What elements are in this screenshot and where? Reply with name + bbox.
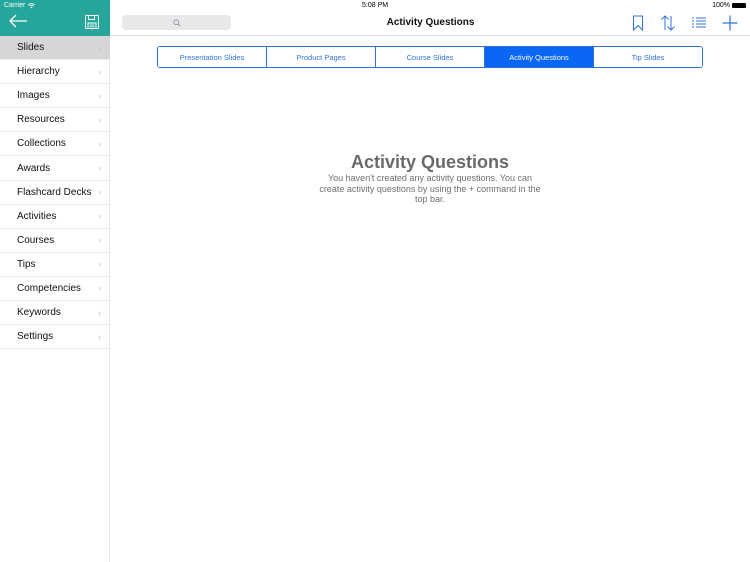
navigation-bar: Activity Questions — [111, 11, 750, 36]
sidebar-item-label: Flashcard Decks — [17, 186, 92, 198]
status-time: 5:08 PM — [362, 2, 389, 9]
sidebar-item-label: Slides — [17, 42, 45, 54]
tab-presentation-slides[interactable]: Presentation Slides — [158, 47, 267, 67]
chevron-right-icon: › — [98, 259, 101, 270]
sidebar-item-tips[interactable]: Tips › — [0, 253, 110, 277]
sidebar-header: Carrier — [0, 0, 110, 36]
list-button[interactable] — [690, 14, 708, 32]
chevron-right-icon: › — [98, 114, 101, 125]
sidebar-item-label: Collections — [17, 138, 66, 150]
sidebar-item-label: Tips — [17, 258, 36, 270]
carrier-status: Carrier — [4, 2, 36, 9]
sidebar-item-awards[interactable]: Awards › — [0, 156, 110, 181]
sidebar-item-hierarchy[interactable]: Hierarchy › — [0, 60, 110, 85]
sidebar-item-competencies[interactable]: Competencies › — [0, 277, 110, 302]
sidebar-menu: Slides › Hierarchy › Images › Resources › Collec… — [0, 36, 110, 350]
sidebar-item-label: Settings — [17, 331, 54, 343]
save-button[interactable] — [84, 14, 100, 30]
battery-label: 100% — [712, 2, 730, 9]
sidebar-item-images[interactable]: Images › — [0, 84, 110, 109]
content-type-segmented-control: Presentation Slides Product Pages Course S… — [157, 46, 703, 68]
sidebar-item-slides[interactable]: Slides › — [0, 36, 110, 61]
sidebar-item-label: Keywords — [17, 307, 61, 319]
sort-button[interactable] — [659, 14, 677, 32]
sidebar-item-label: Awards — [17, 162, 51, 174]
chevron-right-icon: › — [98, 331, 101, 342]
chevron-right-icon: › — [98, 66, 101, 77]
empty-state-title: Activity Questions — [350, 152, 510, 172]
chevron-right-icon: › — [98, 187, 101, 198]
sidebar: Carrier Slides › Hierarchy › Images › Re… — [0, 0, 110, 562]
sidebar-item-collections[interactable]: Collections › — [0, 132, 110, 157]
chevron-right-icon: › — [98, 307, 101, 318]
sidebar-item-settings[interactable]: Settings › — [0, 325, 110, 350]
sidebar-item-label: Competencies — [17, 282, 81, 294]
chevron-right-icon: › — [98, 283, 101, 294]
bookmark-button[interactable] — [629, 14, 647, 32]
app-root: Carrier Slides › Hierarchy › Images › Re… — [0, 0, 750, 562]
add-button[interactable] — [721, 14, 739, 32]
plus-icon — [722, 15, 738, 31]
tab-product-pages[interactable]: Product Pages — [267, 47, 376, 67]
battery-icon — [732, 3, 746, 8]
sidebar-item-label: Resources — [17, 114, 65, 126]
sidebar-item-resources[interactable]: Resources › — [0, 108, 110, 133]
empty-state-message: You haven't created any activity questio… — [319, 173, 541, 204]
battery-status: 100% — [712, 2, 746, 9]
sidebar-item-activities[interactable]: Activities › — [0, 205, 110, 229]
wifi-icon — [28, 2, 36, 8]
arrow-left-icon — [9, 14, 27, 28]
chevron-right-icon: › — [98, 90, 101, 101]
sidebar-item-label: Hierarchy — [17, 66, 60, 78]
sort-icon — [661, 15, 675, 31]
list-icon — [692, 17, 706, 28]
page-title: Activity Questions — [386, 17, 475, 28]
chevron-right-icon: › — [98, 42, 101, 53]
tab-tip-slides[interactable]: Tip Slides — [594, 47, 702, 67]
chevron-right-icon: › — [98, 138, 101, 149]
sidebar-item-keywords[interactable]: Keywords › — [0, 301, 110, 326]
empty-state: Activity Questions You haven't created a… — [310, 152, 550, 205]
chevron-right-icon: › — [98, 235, 101, 246]
carrier-label: Carrier — [4, 2, 26, 9]
floppy-disk-icon — [85, 15, 99, 29]
sidebar-item-label: Images — [17, 90, 50, 102]
tab-course-slides[interactable]: Course Slides — [376, 47, 485, 67]
chevron-right-icon: › — [98, 211, 101, 222]
sidebar-item-flashcard-decks[interactable]: Flashcard Decks › — [0, 181, 110, 205]
sidebar-item-label: Activities — [17, 210, 57, 222]
bookmark-icon — [633, 15, 643, 31]
sidebar-item-courses[interactable]: Courses › — [0, 229, 110, 253]
tab-activity-questions[interactable]: Activity Questions — [485, 47, 594, 67]
chevron-right-icon: › — [98, 163, 101, 174]
sidebar-item-label: Courses — [17, 234, 55, 246]
back-button[interactable] — [8, 13, 28, 29]
